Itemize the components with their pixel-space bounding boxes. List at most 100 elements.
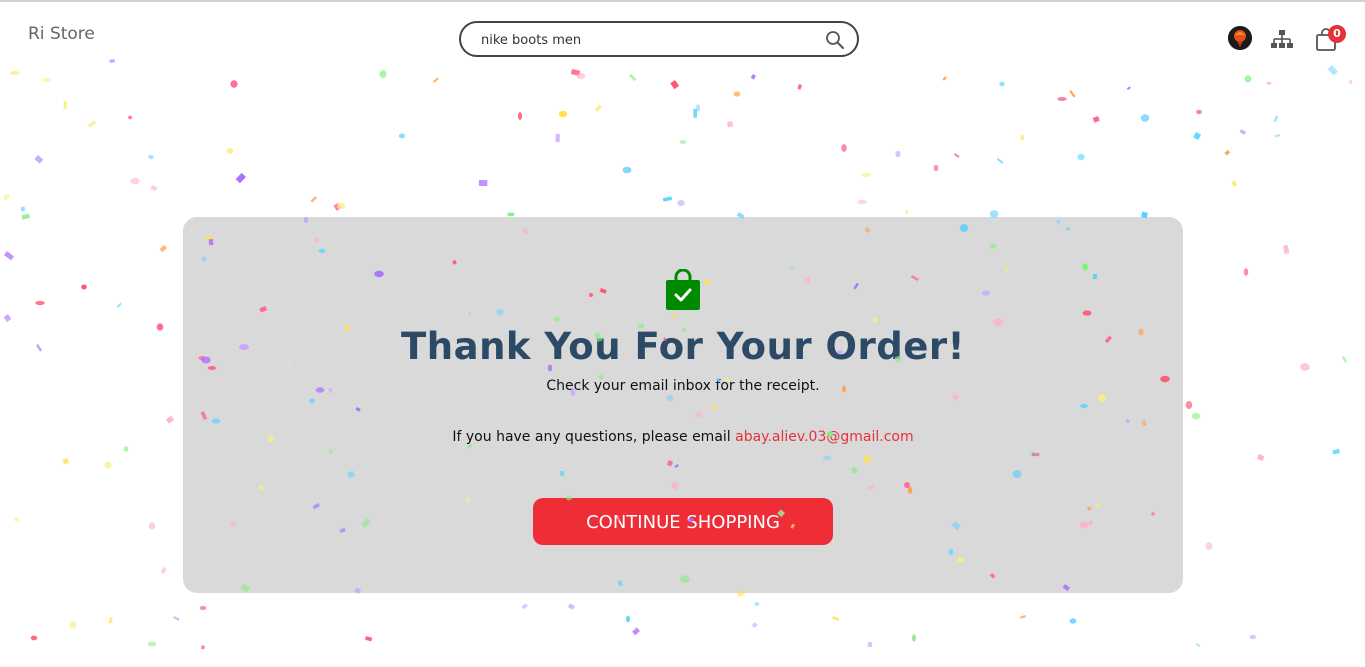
confetti-piece: [63, 101, 68, 109]
search-icon[interactable]: [825, 30, 845, 50]
confetti-piece: [1249, 634, 1257, 640]
confetti-piece: [109, 59, 115, 63]
confetti-piece: [1057, 97, 1067, 101]
confetti-piece: [841, 144, 847, 152]
confetti-piece: [867, 642, 873, 648]
confetti-piece: [159, 245, 167, 253]
confetti-piece: [1196, 109, 1202, 115]
confetti-piece: [130, 177, 140, 185]
confetti-piece: [518, 112, 522, 120]
confetti-piece: [594, 104, 602, 112]
confetti-piece: [336, 202, 346, 210]
confetti-piece: [160, 566, 168, 574]
confetti-piece: [432, 77, 440, 83]
confetti-piece: [555, 133, 560, 143]
confetti-piece: [478, 179, 488, 187]
confetti-piece: [1193, 131, 1202, 140]
confetti-piece: [632, 627, 640, 636]
confetti-piece: [750, 74, 756, 80]
confetti-piece: [21, 213, 31, 220]
confetti-piece: [797, 83, 803, 90]
confetti-piece: [34, 155, 44, 164]
confetti-piece: [147, 641, 157, 647]
search-input[interactable]: [481, 30, 811, 50]
confetti-piece: [199, 605, 207, 611]
confetti-piece: [1239, 129, 1246, 135]
search-bar: [459, 21, 859, 57]
confetti-piece: [310, 196, 317, 203]
confetti-piece: [1327, 65, 1338, 76]
confetti-piece: [173, 616, 180, 621]
confetti-piece: [333, 203, 341, 211]
contact-note: If you have any questions, please email …: [183, 429, 1183, 445]
page-title: Thank You For Your Order!: [401, 325, 965, 368]
confetti-piece: [1020, 135, 1024, 141]
confetti-piece: [895, 150, 901, 158]
confetti-piece: [1069, 618, 1077, 624]
confetti-piece: [942, 76, 948, 81]
confetti-piece: [622, 166, 632, 174]
confetti-piece: [1231, 180, 1238, 187]
cart-count-badge: 0: [1328, 25, 1346, 43]
confetti-piece: [3, 193, 11, 201]
contact-email-link[interactable]: abay.aliev.03@gmail.com: [735, 429, 913, 445]
confetti-piece: [200, 645, 206, 650]
confetti-piece: [558, 110, 568, 118]
confetti-piece: [398, 133, 406, 139]
shopping-bag-check-icon: [665, 268, 701, 311]
confetti-piece: [3, 314, 12, 323]
confetti-piece: [695, 104, 701, 112]
sitemap-icon[interactable]: [1270, 28, 1294, 50]
confetti-piece: [1257, 453, 1265, 462]
confetti-piece: [576, 72, 586, 80]
confetti-piece: [1205, 542, 1213, 550]
page: Ri Store nike boots men 0 Thank You For …: [0, 0, 1365, 667]
confetti-piece: [87, 120, 96, 128]
confetti-piece: [104, 461, 112, 469]
confetti-piece: [10, 71, 20, 75]
confetti-piece: [1332, 448, 1340, 455]
confetti-piece: [861, 172, 871, 178]
logo[interactable]: Ri Store: [28, 24, 95, 44]
confetti-piece: [230, 80, 238, 88]
confetti-piece: [150, 185, 158, 192]
confetti-piece: [165, 415, 174, 424]
confetti-piece: [1341, 355, 1348, 363]
confetti-piece: [1274, 133, 1280, 138]
confetti-piece: [364, 636, 373, 642]
confetti-piece: [62, 458, 70, 465]
confetti-piece: [148, 522, 156, 530]
confetti-piece: [1266, 81, 1272, 85]
avatar[interactable]: [1228, 26, 1252, 50]
confetti-piece: [116, 302, 122, 308]
receipt-note: Check your email inbox for the receipt.: [546, 378, 820, 394]
confetti-piece: [857, 199, 867, 205]
confetti-piece: [156, 323, 164, 331]
confetti-piece: [905, 209, 908, 215]
confetti-piece: [30, 635, 38, 641]
confetti-piece: [754, 602, 760, 607]
confetti-piece: [235, 172, 246, 184]
contact-text: If you have any questions, please email: [452, 429, 731, 445]
confetti-piece: [42, 77, 52, 83]
confetti-piece: [81, 284, 87, 290]
confetti-piece: [670, 80, 680, 90]
confetti-piece: [20, 206, 26, 212]
confetti-piece: [570, 69, 581, 76]
confetti-piece: [226, 148, 234, 154]
confetti-piece: [35, 300, 45, 306]
confetti-piece: [1243, 268, 1249, 276]
confetti-piece: [1019, 614, 1026, 619]
confetti-piece: [1069, 89, 1076, 98]
confetti-piece: [1273, 115, 1278, 123]
confetti-piece: [13, 517, 20, 522]
confetti-piece: [108, 617, 114, 624]
continue-shopping-button[interactable]: CONTINUE SHOPPING: [533, 498, 833, 545]
confetti-piece: [1195, 643, 1201, 648]
confetti-piece: [1140, 114, 1150, 122]
confetti-piece: [693, 109, 697, 118]
confetti-piece: [662, 196, 672, 202]
order-confirmation-card: Thank You For Your Order! Check your ema…: [183, 217, 1183, 593]
confetti-piece: [1092, 115, 1100, 123]
confetti-piece: [1185, 401, 1193, 409]
